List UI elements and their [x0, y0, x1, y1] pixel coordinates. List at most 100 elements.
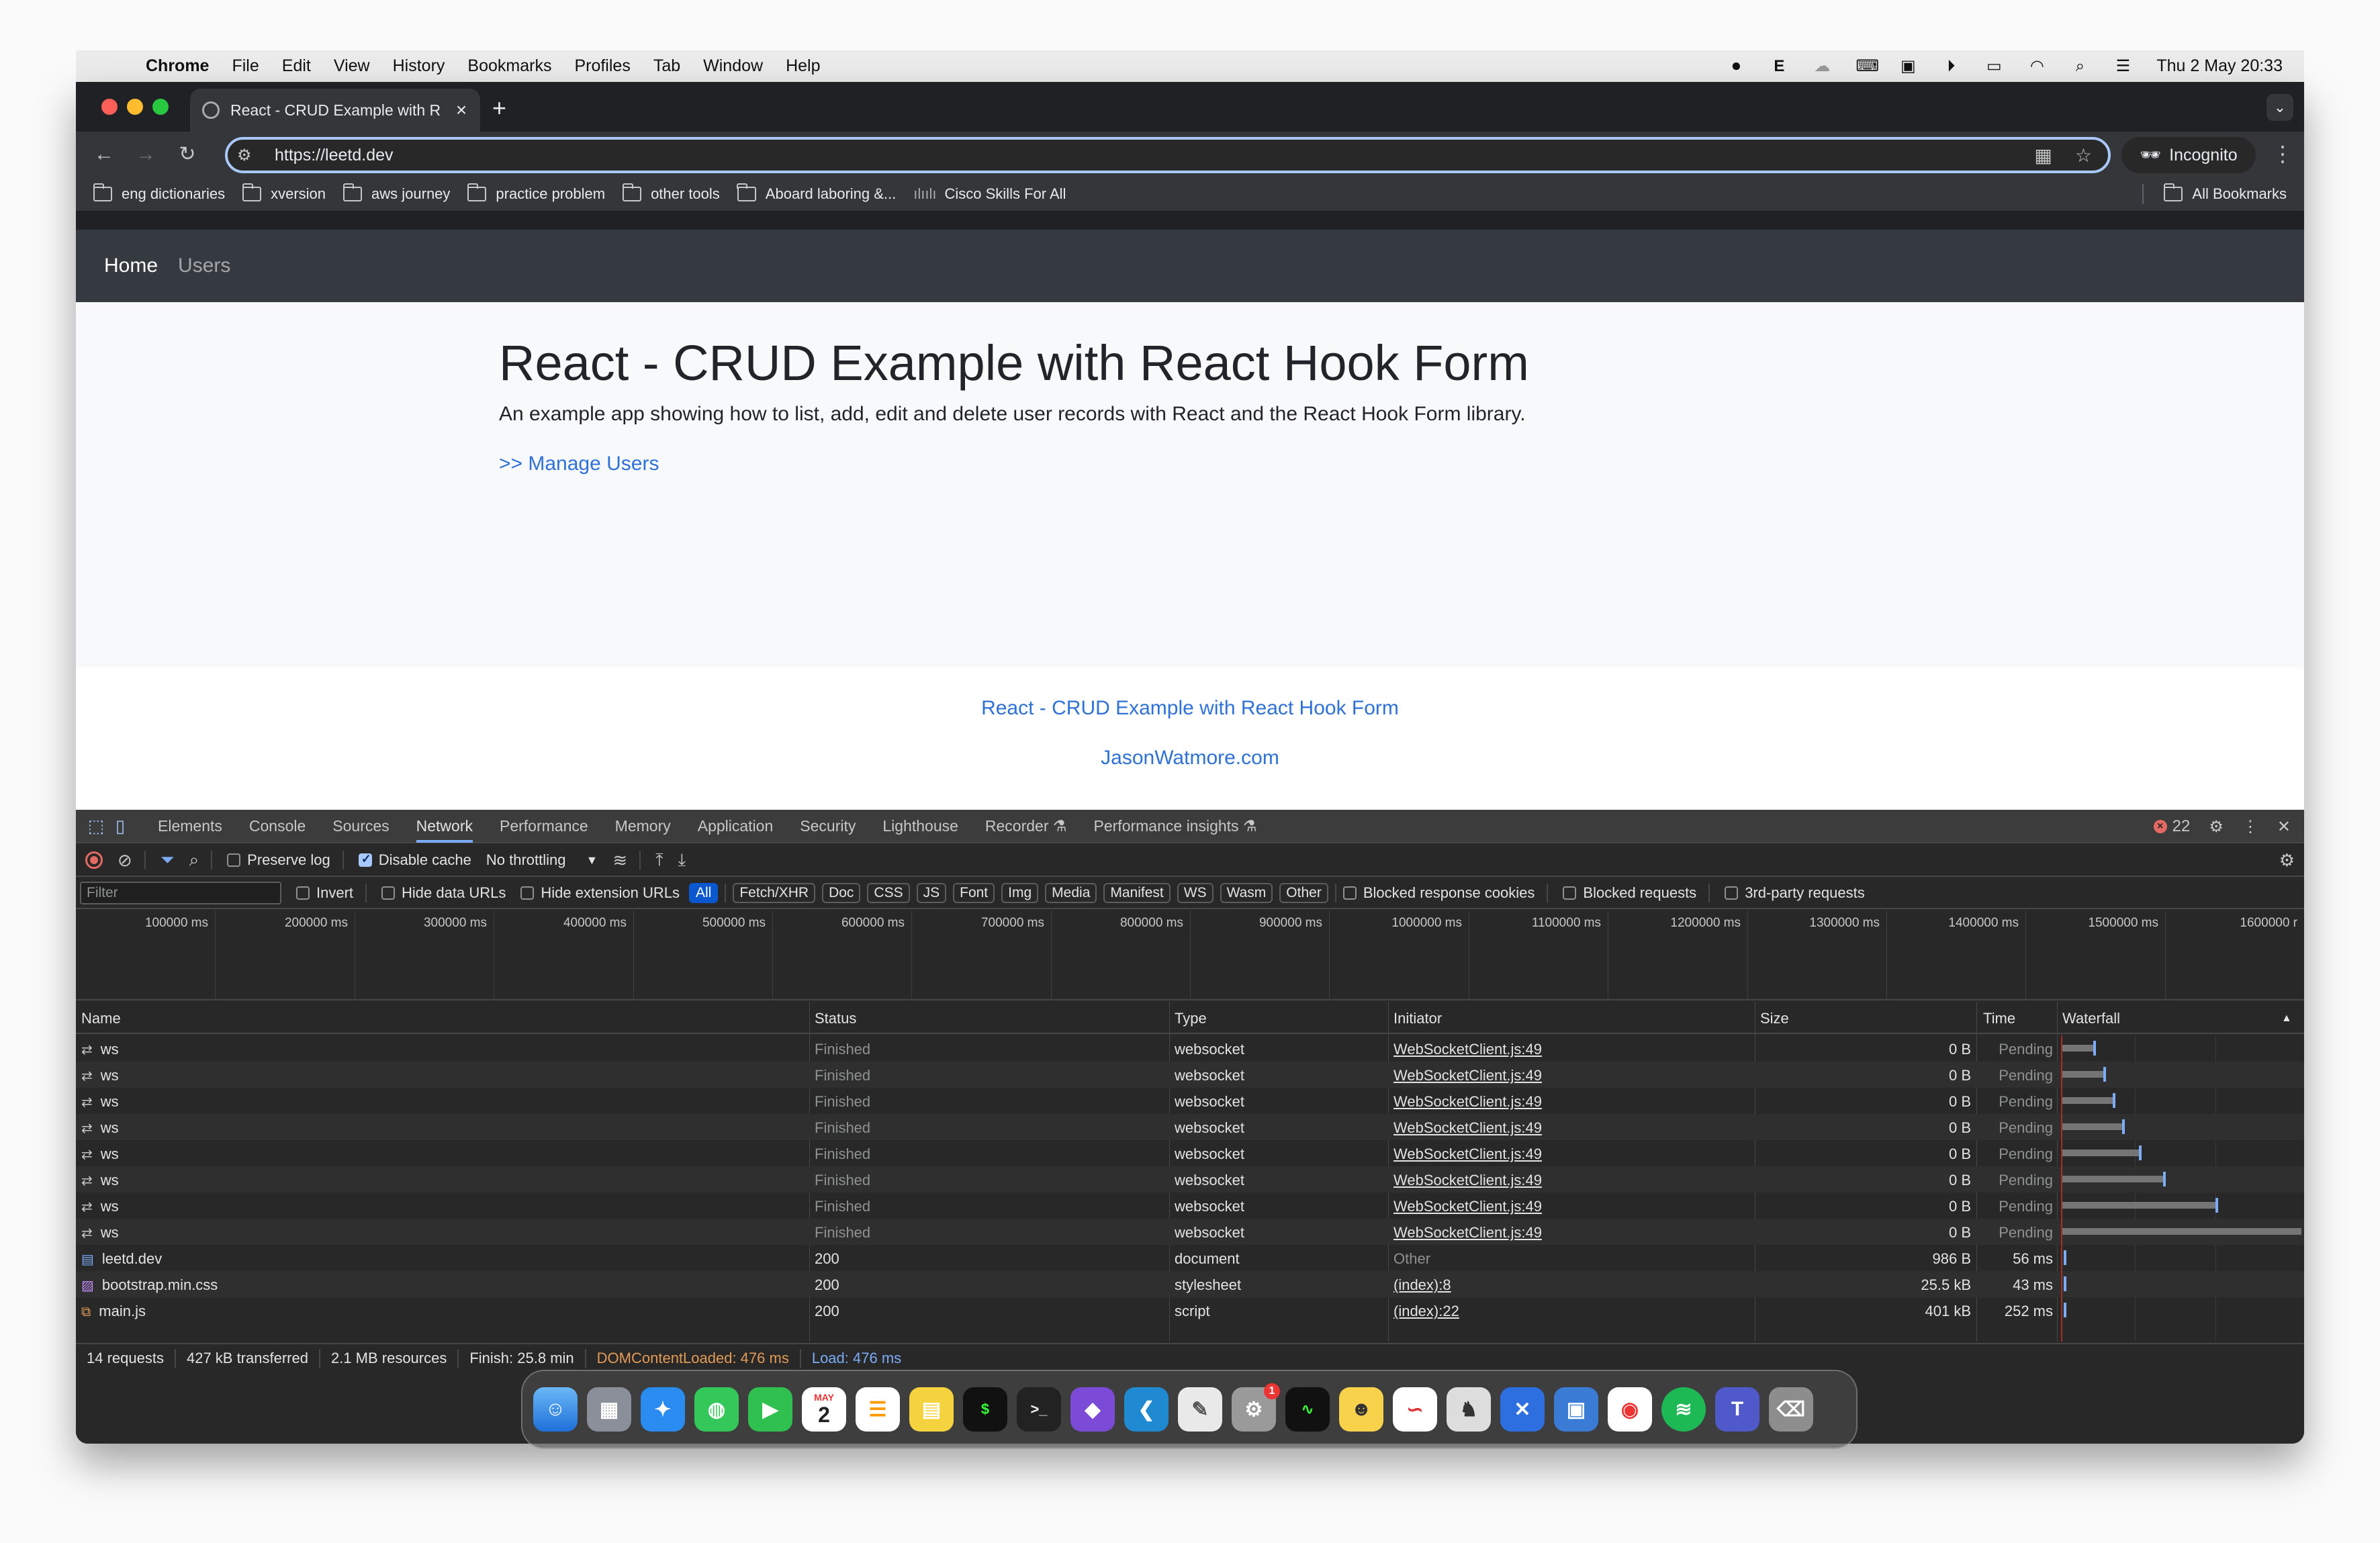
freeform-icon[interactable]: ∽ — [1393, 1387, 1437, 1432]
waterfall-bar[interactable] — [2064, 1303, 2066, 1317]
inspect-element-icon[interactable]: ⬚ — [85, 816, 107, 837]
request-row[interactable]: ⇄ ws Finished websocket WebSocketClient.js:4… — [76, 1140, 2304, 1166]
type-filter-img[interactable]: Img — [1001, 883, 1039, 903]
activity-monitor-icon[interactable]: ∿ — [1285, 1387, 1330, 1432]
nav-home-link[interactable]: Home — [104, 254, 158, 277]
type-filter-css[interactable]: CSS — [867, 883, 910, 903]
vscode-icon[interactable]: ❮ — [1124, 1387, 1169, 1432]
clear-icon[interactable]: ⊘ — [118, 850, 132, 871]
e-app-icon[interactable]: E — [1770, 57, 1788, 75]
type-filter-other[interactable]: Other — [1279, 883, 1328, 903]
footer-link-site[interactable]: JasonWatmore.com — [76, 747, 2304, 769]
reminders-icon[interactable]: ☰ — [856, 1387, 900, 1432]
type-filter-all[interactable]: All — [689, 883, 719, 903]
terminal-icon[interactable]: >_ — [1017, 1387, 1061, 1432]
request-initiator[interactable]: WebSocketClient.js:49 — [1393, 1093, 1542, 1111]
incognito-button[interactable]: 🕶 Incognito — [2121, 137, 2256, 173]
request-name[interactable]: ⇄ ws — [81, 1067, 119, 1084]
record-stop-icon[interactable] — [85, 851, 103, 869]
request-initiator[interactable]: WebSocketClient.js:49 — [1393, 1224, 1542, 1242]
clipboard-icon[interactable]: ▣ — [1898, 57, 1917, 75]
type-filter-fetch-xhr[interactable]: Fetch/XHR — [733, 883, 816, 903]
hide-data-urls-checkbox[interactable]: Hide data URLs — [381, 884, 506, 902]
request-name[interactable]: ⇄ ws — [81, 1119, 119, 1137]
virtualbox-icon[interactable]: ▣ — [1554, 1387, 1598, 1432]
col-initiator[interactable]: Initiator — [1393, 1010, 1442, 1027]
teams-icon[interactable]: T — [1715, 1387, 1759, 1432]
menu-bookmarks[interactable]: Bookmarks — [467, 56, 551, 76]
waterfall-bar[interactable] — [2062, 1097, 2113, 1104]
qr-code-icon[interactable]: ▦ — [2034, 144, 2052, 167]
request-initiator[interactable]: (index):8 — [1393, 1276, 1451, 1294]
col-waterfall[interactable]: Waterfall — [2062, 1010, 2120, 1027]
reload-icon[interactable]: ↻ — [174, 141, 201, 168]
waterfall-bar[interactable] — [2062, 1176, 2163, 1182]
visual-studio-icon[interactable]: ◆ — [1070, 1387, 1115, 1432]
request-row[interactable]: ⇄ ws Finished websocket WebSocketClient.js:4… — [76, 1193, 2304, 1219]
third-party-checkbox[interactable]: 3rd-party requests — [1725, 884, 1865, 902]
menu-profiles[interactable]: Profiles — [574, 56, 630, 76]
request-name[interactable]: ⇄ ws — [81, 1145, 119, 1163]
blocked-requests-checkbox[interactable]: Blocked requests — [1563, 884, 1696, 902]
bookmark-cisco[interactable]: ılıılı Cisco Skills For All — [913, 185, 1066, 203]
menu-window[interactable]: Window — [703, 56, 763, 76]
request-initiator[interactable]: WebSocketClient.js:49 — [1393, 1145, 1542, 1163]
bookmark-folder-other-tools[interactable]: other tools — [622, 183, 720, 203]
cyberduck-icon[interactable]: ☻ — [1339, 1387, 1383, 1432]
keyboard-icon[interactable]: ⌨ — [1856, 57, 1879, 75]
error-count-badge[interactable]: × 22 — [2153, 817, 2190, 836]
request-row[interactable]: ⇄ ws Finished websocket WebSocketClient.js:4… — [76, 1035, 2304, 1062]
notes-icon[interactable]: ▤ — [909, 1387, 954, 1432]
all-bookmarks-button[interactable]: All Bookmarks — [2142, 183, 2287, 204]
request-name[interactable]: ⇄ ws — [81, 1093, 119, 1111]
request-name[interactable]: ⇄ ws — [81, 1041, 119, 1058]
zoom-window-button[interactable] — [152, 99, 169, 115]
request-row[interactable]: ⧉ main.js 200 script (index):22 401 kB 252 ms — [76, 1297, 2304, 1323]
request-initiator[interactable]: WebSocketClient.js:49 — [1393, 1198, 1542, 1215]
battery-icon[interactable]: ▭ — [1984, 57, 2003, 75]
network-settings-gear-icon[interactable]: ⚙ — [2279, 850, 2295, 871]
waterfall-bar[interactable] — [2062, 1202, 2215, 1209]
preserve-log-checkbox[interactable]: Preserve log — [227, 851, 330, 869]
waterfall-bar[interactable] — [2062, 1123, 2122, 1130]
request-row[interactable]: ▨ bootstrap.min.css 200 stylesheet (index):8… — [76, 1271, 2304, 1297]
back-arrow-icon[interactable]: ← — [91, 141, 118, 168]
settings-gear-icon[interactable]: ⚙ — [2209, 817, 2224, 837]
safari-icon[interactable]: ✦ — [641, 1387, 685, 1432]
export-har-icon[interactable]: ⤓ — [678, 849, 686, 871]
spotify-icon[interactable]: ≋ — [1661, 1387, 1706, 1432]
invert-checkbox[interactable]: Invert — [296, 884, 353, 902]
facetime-icon[interactable]: ▶ — [748, 1387, 792, 1432]
close-devtools-icon[interactable]: ✕ — [2277, 817, 2291, 837]
request-name[interactable]: ⧉ main.js — [81, 1303, 146, 1320]
chevron-down-icon[interactable]: ⌄ — [2267, 94, 2293, 121]
menu-history[interactable]: History — [393, 56, 445, 76]
menubar-clock[interactable]: Thu 2 May 20:33 — [2156, 56, 2283, 76]
play-icon[interactable]: ⏵ — [1941, 57, 1960, 75]
checkbox-box[interactable] — [1342, 886, 1357, 900]
checkbox-box[interactable] — [358, 852, 372, 867]
checkbox-box[interactable] — [381, 886, 396, 900]
devtools-more-icon[interactable]: ⋮ — [2242, 817, 2258, 837]
request-row[interactable]: ⇄ ws Finished websocket WebSocketClient.js:4… — [76, 1114, 2304, 1140]
record-status-icon[interactable]: ⏺ — [1727, 57, 1745, 75]
bookmark-folder-aws-journey[interactable]: aws journey — [342, 183, 450, 203]
disable-cache-checkbox[interactable]: Disable cache — [358, 851, 471, 869]
network-conditions-icon[interactable]: ≋ — [612, 850, 627, 871]
col-time[interactable]: Time — [1983, 1010, 2015, 1027]
request-name[interactable]: ⇄ ws — [81, 1172, 119, 1189]
request-row[interactable]: ⇄ ws Finished websocket WebSocketClient.js:4… — [76, 1219, 2304, 1245]
filter-funnel-icon[interactable]: ⏷ — [161, 849, 175, 871]
site-info-icon[interactable]: ⚙ — [237, 146, 260, 165]
close-window-button[interactable] — [101, 99, 118, 115]
url-text[interactable]: https://leetd.dev — [275, 146, 394, 165]
blocked-cookies-checkbox[interactable]: Blocked response cookies — [1342, 884, 1535, 902]
checkbox-box[interactable] — [227, 853, 241, 867]
waterfall-bar[interactable] — [2062, 1045, 2093, 1051]
device-toolbar-icon[interactable]: ▯ — [109, 816, 131, 837]
launchpad-icon[interactable]: ▦ — [587, 1387, 631, 1432]
type-filter-ws[interactable]: WS — [1177, 883, 1214, 903]
cloud-icon[interactable]: ☁ — [1813, 57, 1831, 75]
waterfall-bar[interactable] — [2064, 1250, 2066, 1265]
search-icon[interactable]: ⌕ — [189, 849, 199, 871]
